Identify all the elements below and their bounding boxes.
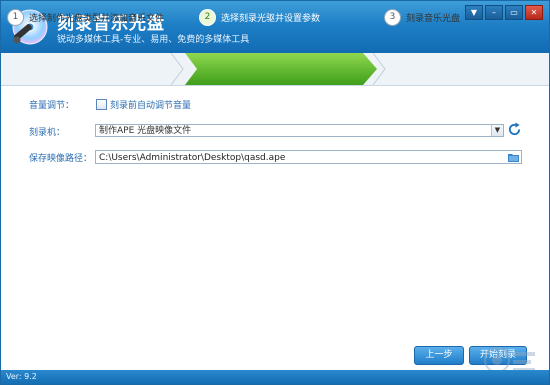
save-path-value: C:\Users\Administrator\Desktop\qasd.ape — [99, 153, 286, 163]
save-path-label: 保存映像路径： — [29, 154, 93, 164]
burner-select-value: 制作APE 光盘映像文件 — [99, 126, 192, 136]
step-3: 3 刻录音乐光盘 — [384, 1, 460, 33]
version-text: Ver: 9.2 — [6, 372, 37, 381]
step-label: 选择制作光盘类型并添加音乐文件 — [29, 13, 165, 24]
folder-browse-icon[interactable] — [508, 153, 519, 162]
prev-step-button[interactable]: 上一步 — [414, 346, 464, 365]
step-number: 2 — [199, 8, 216, 26]
auto-volume-checkbox[interactable]: 刻录前自动调节音量 — [96, 98, 191, 111]
step-label: 刻录音乐光盘 — [406, 13, 461, 24]
maximize-button[interactable]: ▭ — [505, 5, 523, 20]
menu-dropdown-button[interactable]: ▼ — [465, 5, 483, 20]
step-number: 1 — [7, 8, 24, 26]
status-bar: Ver: 9.2 — [1, 370, 549, 384]
checkbox-box[interactable] — [96, 99, 107, 110]
burner-label: 刻录机： — [29, 128, 66, 138]
app-subtitle: 锐动多媒体工具-专业、易用、免费的多媒体工具 — [57, 35, 250, 45]
dropdown-arrow-icon[interactable]: ▼ — [491, 125, 503, 136]
step-2: 2 选择刻录光驱并设置参数 — [185, 1, 391, 33]
minimize-button[interactable]: – — [485, 5, 503, 20]
step-separator — [373, 53, 386, 85]
volume-label: 音量调节： — [29, 101, 75, 111]
save-path-input[interactable]: C:\Users\Administrator\Desktop\qasd.ape — [95, 150, 522, 164]
step-1: 1 选择制作光盘类型并添加音乐文件 — [7, 1, 164, 33]
step-label: 选择刻录光驱并设置参数 — [221, 13, 321, 24]
active-step-highlight — [185, 53, 377, 85]
burner-select[interactable]: 制作APE 光盘映像文件 ▼ — [95, 124, 504, 137]
step-number: 3 — [384, 8, 401, 26]
auto-volume-label[interactable]: 刻录前自动调节音量 — [110, 98, 191, 111]
step-separator — [171, 53, 184, 85]
window-controls: ▼ – ▭ ✕ — [465, 5, 543, 20]
app-window: 刻录音乐光盘 锐动多媒体工具-专业、易用、免费的多媒体工具 ▼ – ▭ ✕ 1 … — [0, 0, 550, 385]
refresh-icon[interactable] — [507, 122, 522, 137]
close-button[interactable]: ✕ — [525, 5, 543, 20]
